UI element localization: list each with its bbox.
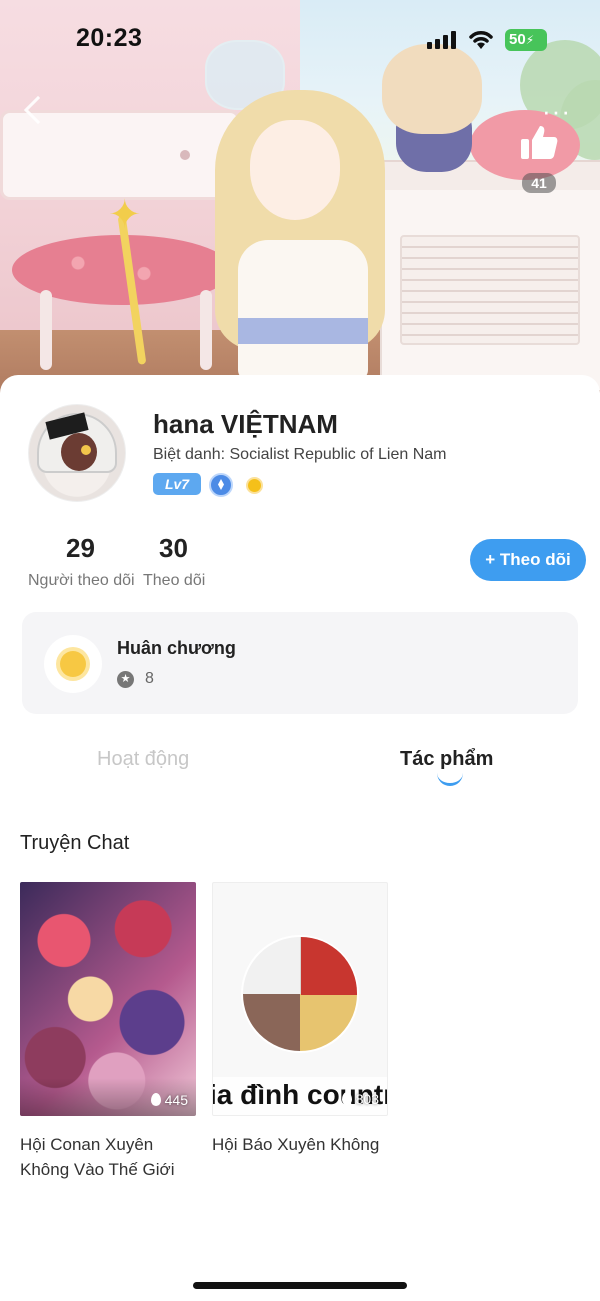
- following-label[interactable]: Theo dõi: [143, 572, 205, 590]
- thumbs-up-icon: [521, 126, 558, 159]
- section-title: Truyện Chat: [20, 832, 130, 854]
- home-indicator[interactable]: [193, 1282, 407, 1289]
- work-title[interactable]: Hội Conan Xuyên Không Vào Thế Giới: [20, 1132, 196, 1182]
- views-count: 445: [150, 1092, 188, 1108]
- star-icon: ★: [117, 671, 134, 688]
- flame-icon: [150, 1093, 161, 1106]
- work-card[interactable]: 445 Hội Conan Xuyên Không Vào Thế Giới: [20, 882, 196, 1182]
- like-button[interactable]: 41: [514, 122, 564, 193]
- banner-wand-star: ✦: [108, 193, 142, 237]
- followers-count[interactable]: 29: [66, 533, 95, 564]
- followers-label[interactable]: Người theo dõi: [28, 572, 135, 590]
- cover-flag: [301, 937, 357, 995]
- more-icon[interactable]: ···: [542, 98, 571, 124]
- banner-character-face: [250, 120, 340, 220]
- avatar-face: [61, 433, 97, 471]
- medals-panel[interactable]: [22, 612, 578, 714]
- work-card[interactable]: ia đình countr 803 Hội Báo Xuyên Không: [212, 882, 388, 1157]
- banner-stool-leg: [200, 290, 212, 370]
- battery-icon: 50⚡: [505, 29, 547, 51]
- profile-name: hana VIỆTNAM: [153, 409, 338, 439]
- banner-character-dress: [238, 240, 368, 380]
- banner-desk: [0, 110, 240, 200]
- level-badge[interactable]: Lv7: [153, 473, 201, 495]
- follow-button[interactable]: + Theo dõi: [470, 539, 586, 581]
- status-time: 20:23: [76, 24, 143, 52]
- coin-badge-icon[interactable]: [246, 477, 263, 494]
- tab-activity[interactable]: Hoạt động: [97, 748, 189, 771]
- work-title[interactable]: Hội Báo Xuyên Không: [212, 1132, 388, 1157]
- banner-character-sash: [238, 318, 368, 344]
- views-value: 803: [355, 1091, 379, 1107]
- medal-sun-icon: [60, 651, 86, 677]
- medals-title: Huân chương: [117, 638, 236, 658]
- banner-drawer-knob: [180, 150, 190, 160]
- wifi-icon: [467, 27, 495, 51]
- like-count: 41: [522, 173, 556, 193]
- work-cover[interactable]: ia đình countr 803: [212, 882, 388, 1116]
- flame-icon: [341, 1092, 352, 1105]
- profile-nickname: Biệt danh: Socialist Republic of Lien Na…: [153, 446, 447, 463]
- signal-icon: [427, 31, 457, 49]
- verified-badge-icon[interactable]: [209, 473, 233, 497]
- medal-icon: [44, 635, 102, 693]
- work-cover[interactable]: 445: [20, 882, 196, 1116]
- banner-stool-leg: [40, 290, 52, 370]
- views-value: 445: [164, 1092, 188, 1108]
- profile-banner: ✦: [0, 0, 600, 420]
- following-count[interactable]: 30: [159, 533, 188, 564]
- tab-works[interactable]: Tác phẩm: [400, 748, 493, 771]
- banner-cabinet-slats: [400, 235, 580, 345]
- views-count: 803: [341, 1091, 379, 1107]
- avatar[interactable]: [28, 404, 126, 502]
- avatar-eye: [81, 445, 91, 455]
- battery-level: 50: [509, 31, 526, 48]
- banner-plush: [382, 44, 482, 134]
- medals-count: 8: [145, 670, 154, 687]
